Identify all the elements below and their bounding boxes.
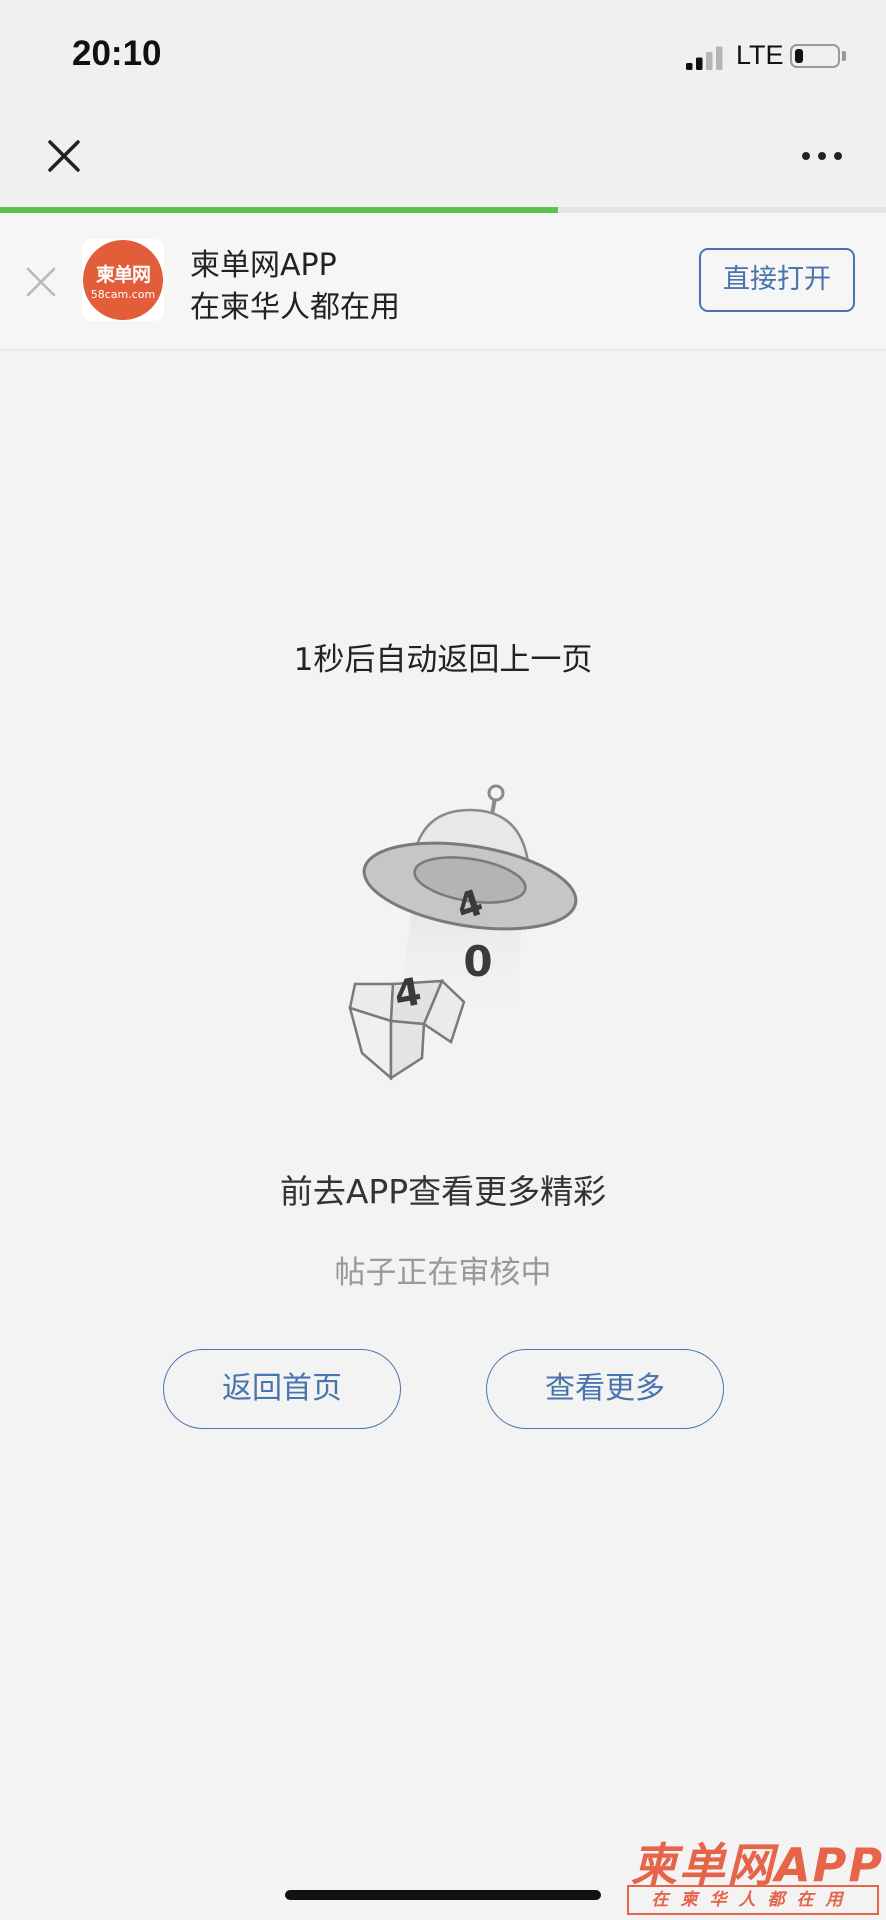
ufo-404-icon: 4 0 4	[348, 784, 578, 1081]
view-more-button[interactable]: 查看更多	[486, 1349, 724, 1429]
banner-close-icon[interactable]	[24, 265, 58, 299]
open-app-button[interactable]: 直接打开	[699, 248, 855, 312]
error-digit: 0	[463, 937, 492, 986]
signal-bar	[716, 46, 723, 70]
network-type: LTE	[736, 40, 784, 70]
promo-text: 前去APP查看更多精彩	[279, 1172, 607, 1211]
back-home-button[interactable]: 返回首页	[163, 1349, 401, 1429]
close-icon[interactable]	[44, 136, 84, 176]
banner-subtitle: 在柬华人都在用	[190, 290, 400, 325]
review-status-text: 帖子正在审核中	[334, 1255, 552, 1291]
countdown-text: 1秒后自动返回上一页	[293, 642, 593, 678]
app-logo-circle: 柬单网 58cam.com	[83, 240, 163, 320]
nav-bar	[0, 110, 886, 208]
battery-tip	[842, 51, 846, 61]
app-logo-text: 柬单网	[95, 264, 151, 286]
signal-bar	[696, 57, 703, 70]
home-indicator[interactable]	[285, 1890, 601, 1900]
battery-icon	[790, 44, 840, 68]
watermark-logo: 柬单网APP 在柬华人都在用	[625, 1829, 885, 1919]
app-logo: 柬单网 58cam.com	[82, 239, 164, 321]
app-logo-domain: 58cam.com	[90, 288, 156, 301]
status-time: 20:10	[72, 34, 162, 73]
banner-title: 柬单网APP	[190, 248, 337, 283]
watermark-subtitle: 在柬华人都在用	[627, 1885, 879, 1915]
battery-level	[795, 49, 803, 63]
more-dots-icon[interactable]	[800, 143, 844, 169]
signal-bar	[686, 63, 693, 70]
signal-bar	[706, 52, 713, 70]
signal-icon	[686, 46, 723, 70]
